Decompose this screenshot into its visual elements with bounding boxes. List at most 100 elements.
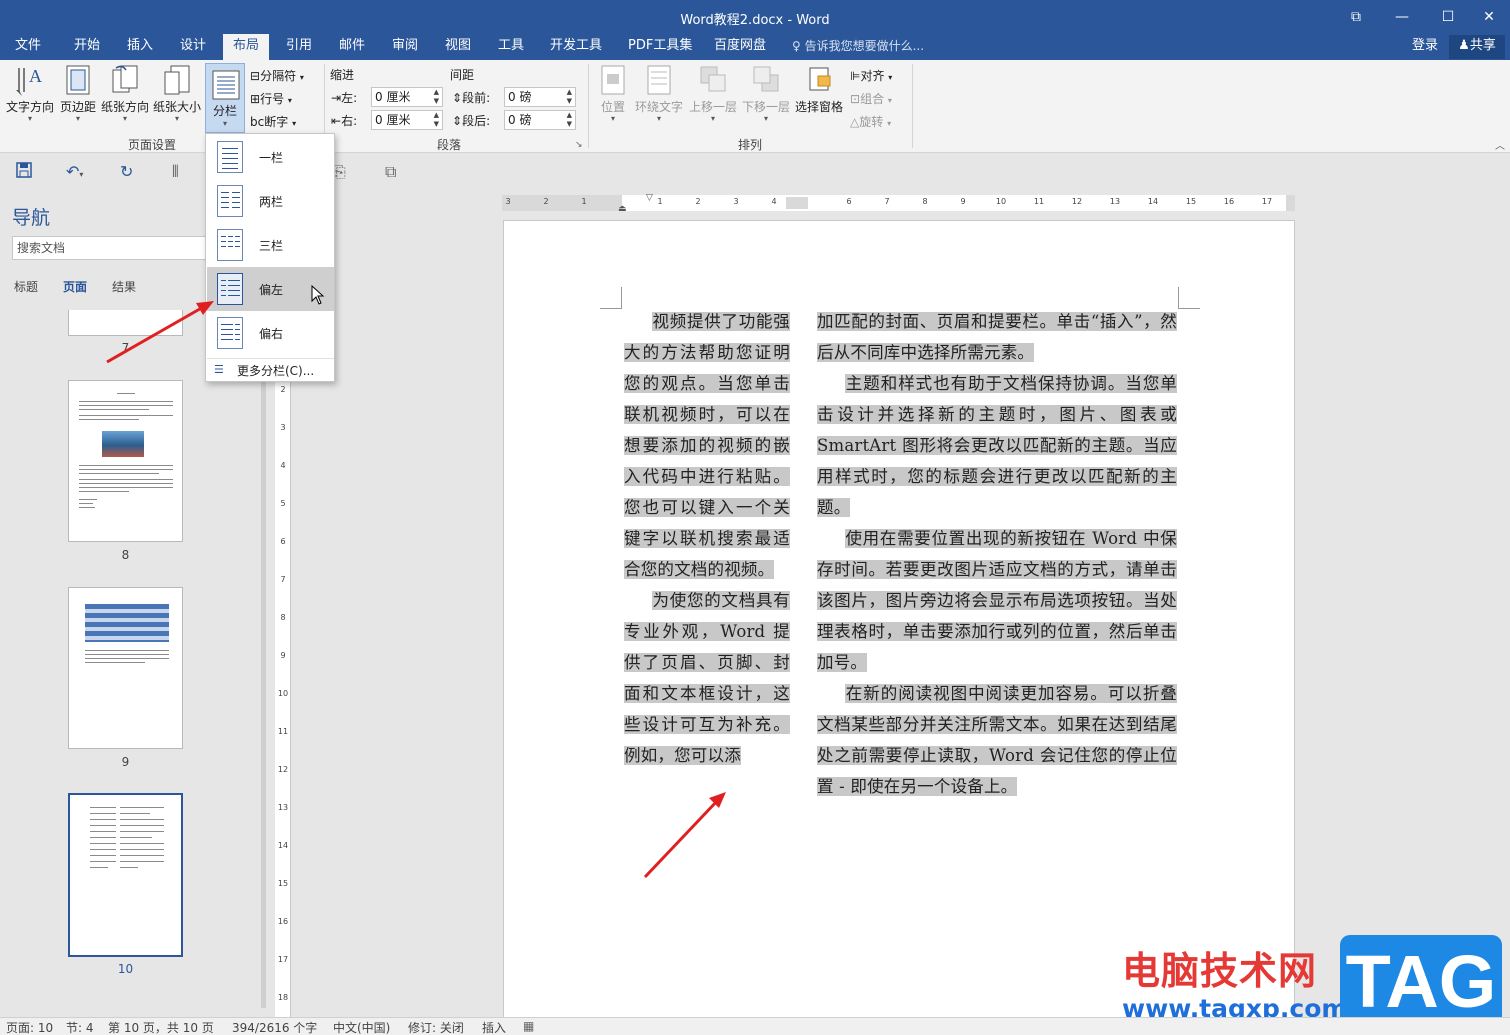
align-button[interactable]: ⊫对齐 ▾ (850, 67, 892, 84)
menu-item-right[interactable]: 偏右 (207, 311, 334, 355)
minimize-button[interactable]: — (1379, 4, 1425, 30)
status-section[interactable]: 节: 4 (66, 1019, 94, 1035)
menu-item-label: 更多分栏(C)... (237, 364, 315, 378)
column-gap-marker[interactable] (786, 197, 808, 209)
margin-corner-mark (1178, 287, 1200, 309)
tab-pdf-tools[interactable]: PDF工具集 (622, 34, 694, 60)
sign-in-link[interactable]: 登录 (1412, 34, 1438, 58)
line-numbers-button[interactable]: ⊞行号 ▾ (250, 90, 292, 107)
tab-references[interactable]: 引用 (278, 34, 320, 60)
tab-tools[interactable]: 工具 (490, 34, 532, 60)
ruler-tick-label: 15 (277, 879, 289, 888)
text-direction-button[interactable]: A 文字方向 ▾ (4, 64, 56, 123)
paragraph: 加匹配的封面、页眉和提要栏。单击“插入”，然后从不同库中选择所需元素。 (817, 306, 1177, 368)
macro-record-icon[interactable]: ▦ (523, 1019, 534, 1033)
paper-size-button[interactable]: 纸张大小 ▾ (152, 64, 202, 123)
document-page[interactable]: 视频提供了功能强大的方法帮助您证明您的观点。当您单击联机视频时，可以在想要添加的… (503, 220, 1295, 1020)
group-button[interactable]: ⊡组合 ▾ (850, 90, 892, 107)
first-line-indent-marker-icon[interactable]: ▽ (646, 193, 653, 203)
tab-insert[interactable]: 插入 (119, 34, 161, 60)
tab-review[interactable]: 审阅 (384, 34, 426, 60)
hyphenation-button[interactable]: bc断字 ▾ (250, 113, 296, 130)
spacing-after-input[interactable]: 0 磅 ▲ ▼ (504, 110, 576, 130)
save-icon[interactable] (16, 162, 32, 182)
orientation-icon (112, 65, 138, 93)
restore-ribbon-button[interactable]: ⧉ (1333, 4, 1379, 30)
status-page-of[interactable]: 第 10 页，共 10 页 (108, 1019, 214, 1035)
menu-item-left[interactable]: 偏左 (207, 267, 334, 311)
tab-developer[interactable]: 开发工具 (543, 34, 609, 60)
screenshot-icon[interactable]: ⧉ (385, 162, 396, 182)
tab-home[interactable]: 开始 (66, 34, 108, 60)
thumb-text-line (90, 855, 116, 856)
margins-button[interactable]: 页边距 ▾ (58, 64, 98, 123)
spinner-arrows-icon[interactable]: ▲ ▼ (567, 111, 572, 129)
horizontal-ruler[interactable]: 3 2 1 1 2 3 4 6 7 8 9 10 11 12 13 14 15 … (502, 193, 1295, 214)
maximize-button[interactable]: ☐ (1425, 4, 1471, 30)
spacing-before-input[interactable]: 0 磅 ▲ ▼ (504, 87, 576, 107)
status-word-count[interactable]: 394/2616 个字 (232, 1019, 317, 1035)
undo-icon[interactable]: ↶▾ (66, 162, 83, 181)
nav-search-input[interactable]: 搜索文档 (12, 236, 212, 260)
thumb-table (85, 604, 169, 642)
status-track-changes[interactable]: 修订: 关闭 (408, 1019, 464, 1035)
collapse-ribbon-icon[interactable]: ︿ (1495, 137, 1505, 152)
menu-item-three-columns[interactable]: 三栏 (207, 223, 334, 267)
nav-scrollbar[interactable] (261, 308, 266, 1008)
svg-text:A: A (29, 66, 42, 86)
tab-mailings[interactable]: 邮件 (331, 34, 373, 60)
nav-tab-results[interactable]: 结果 (112, 278, 136, 295)
thumb-text-line (79, 487, 173, 488)
orientation-button[interactable]: 纸张方向 ▾ (100, 64, 150, 123)
menu-item-two-columns[interactable]: 两栏 (207, 179, 334, 223)
right-column[interactable]: 加匹配的封面、页眉和提要栏。单击“插入”，然后从不同库中选择所需元素。 主题和样… (817, 306, 1177, 802)
spinner-arrows-icon[interactable]: ▲ ▼ (434, 88, 439, 106)
status-insert-mode[interactable]: 插入 (482, 1019, 506, 1035)
nav-tab-pages[interactable]: 页面 (63, 278, 87, 295)
left-indent-marker-icon[interactable]: ⏏ (618, 204, 627, 214)
nav-tab-headings[interactable]: 标题 (14, 278, 38, 295)
position-button[interactable]: 位置 ▾ (596, 64, 630, 123)
status-page[interactable]: 页面: 10 (6, 1019, 53, 1035)
menu-item-one-column[interactable]: 一栏 (207, 135, 334, 179)
left-column[interactable]: 视频提供了功能强大的方法帮助您证明您的观点。当您单击联机视频时，可以在想要添加的… (624, 306, 790, 771)
wrap-text-button[interactable]: 环绕文字 ▾ (634, 64, 684, 123)
status-language[interactable]: 中文(中国) (333, 1019, 390, 1035)
redo-icon[interactable]: ↻ (120, 162, 133, 181)
ruler-tick-label: 17 (277, 955, 289, 964)
breaks-icon: ⊟ (250, 69, 261, 83)
close-button[interactable]: ✕ (1466, 4, 1510, 30)
page-thumbnail-9[interactable] (68, 587, 183, 749)
paragraph-dialog-launcher-icon[interactable]: ↘ (575, 140, 583, 150)
caret-icon[interactable]: ▾ (79, 170, 83, 179)
tab-baidu-netdisk[interactable]: 百度网盘 (708, 34, 772, 60)
spinner-arrows-icon[interactable]: ▲ ▼ (567, 88, 572, 106)
caret-icon: ▾ (710, 114, 715, 123)
selection-pane-button[interactable]: 选择窗格 (794, 64, 844, 115)
columns-button[interactable]: 分栏 ▾ (205, 63, 245, 133)
spinner-arrows-icon[interactable]: ▲ ▼ (434, 111, 439, 129)
page-thumbnail-7[interactable] (68, 310, 183, 336)
rotate-button[interactable]: △旋转 ▾ (850, 113, 891, 130)
side-by-side-icon[interactable]: ⫴ (172, 162, 179, 182)
thumb-text-line (90, 825, 116, 826)
ruler-tick-label: 18 (277, 993, 289, 1002)
menu-item-more-columns[interactable]: ☰ 更多分栏(C)... (207, 358, 334, 380)
margin-corner-mark (600, 287, 622, 309)
thumb-text-line (120, 855, 164, 856)
page-thumbnail-10[interactable] (68, 793, 183, 957)
indent-left-input[interactable]: 0 厘米 ▲ ▼ (371, 87, 443, 107)
nav-title: 导航 (12, 207, 51, 229)
bring-forward-button[interactable]: 上移一层 ▾ (688, 64, 738, 123)
tell-me-box[interactable]: ♀ 告诉我您想要做什么... (792, 34, 924, 60)
thumb-text-line (79, 419, 139, 420)
page-thumbnail-8[interactable] (68, 380, 183, 542)
send-backward-button[interactable]: 下移一层 ▾ (741, 64, 791, 123)
tab-view[interactable]: 视图 (437, 34, 479, 60)
breaks-button[interactable]: ⊟分隔符 ▾ (250, 67, 304, 84)
share-button[interactable]: ♟共享 (1449, 35, 1505, 59)
tab-design[interactable]: 设计 (172, 34, 214, 60)
indent-right-input[interactable]: 0 厘米 ▲ ▼ (371, 110, 443, 130)
tab-file[interactable]: 文件 (8, 34, 48, 60)
tab-layout[interactable]: 布局 (223, 34, 269, 60)
